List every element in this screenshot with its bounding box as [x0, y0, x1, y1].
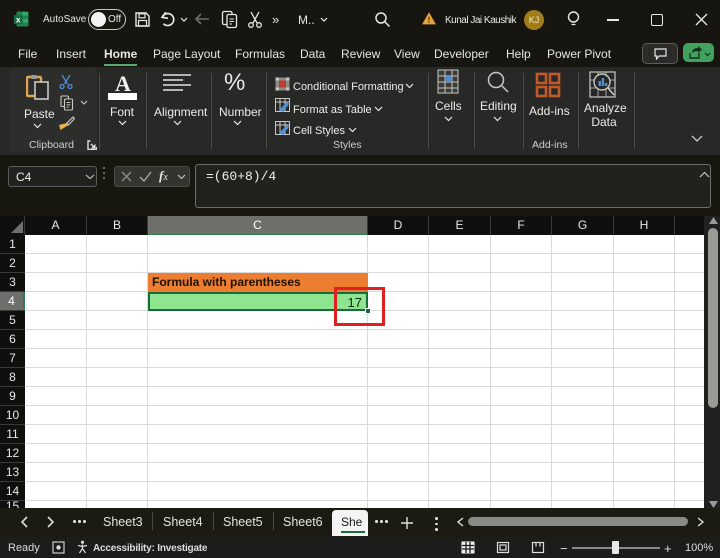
svg-text:x: x: [16, 14, 21, 24]
